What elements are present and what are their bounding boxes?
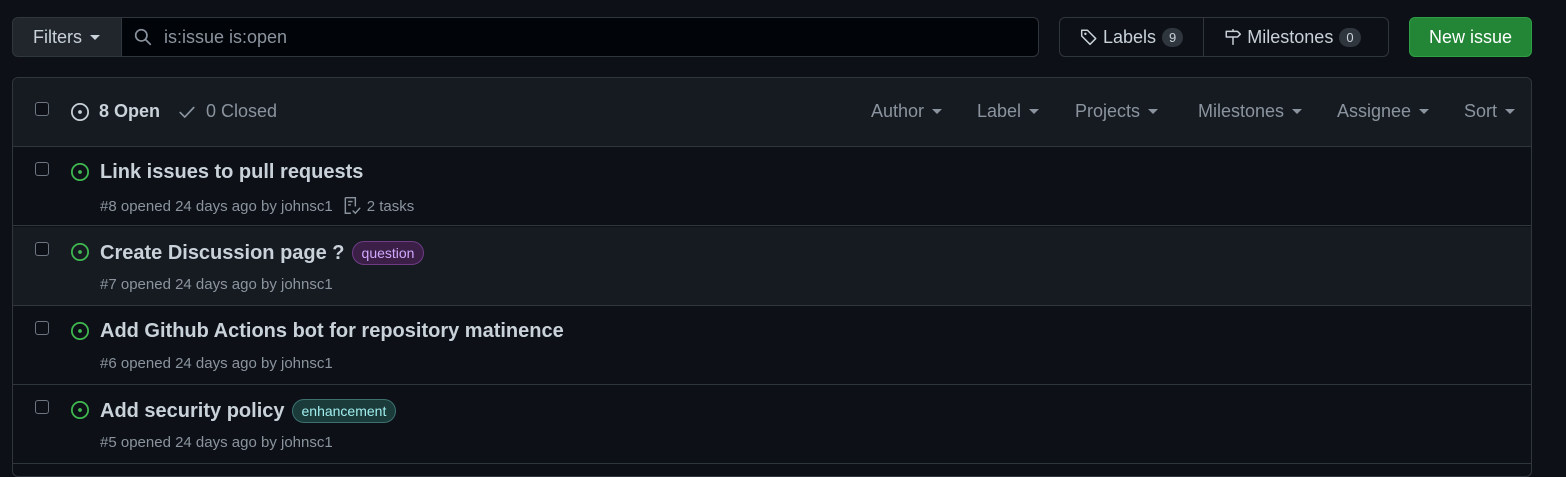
- milestones-filter-label: Milestones: [1198, 101, 1285, 121]
- issue-opened-icon: [71, 322, 89, 340]
- question-label-badge[interactable]: question: [351, 241, 425, 265]
- issue-title-link[interactable]: Create Discussion page ?: [100, 242, 345, 265]
- issue-row: Link issues to pull requests #8 opened 2…: [13, 147, 1531, 226]
- select-all-checkbox[interactable]: [35, 102, 49, 116]
- chevron-down-icon: [1419, 109, 1430, 114]
- check-icon: [179, 106, 195, 118]
- milestones-filter[interactable]: Milestones: [1198, 101, 1303, 122]
- enhancement-label-badge[interactable]: enhancement: [291, 399, 397, 423]
- checklist-icon: [344, 196, 361, 215]
- issues-list: 8 Open 0 Closed Author Label Projects Mi…: [12, 77, 1532, 477]
- issue-meta: #5 opened 24 days ago by johnsc1: [100, 434, 333, 451]
- chevron-down-icon: [90, 34, 100, 40]
- labels-count-badge: 9: [1162, 27, 1184, 47]
- issue-opened-text: #5 opened 24 days ago by johnsc1: [100, 434, 333, 451]
- milestones-button[interactable]: Milestones 0: [1203, 18, 1380, 56]
- milestones-label: Milestones: [1247, 26, 1334, 47]
- projects-filter-label: Projects: [1075, 101, 1141, 121]
- issue-opened-text: #8 opened 24 days ago by johnsc1: [100, 197, 333, 215]
- author-filter-label: Author: [871, 101, 925, 121]
- issue-opened-text: #7 opened 24 days ago by johnsc1: [100, 276, 333, 293]
- issue-title-link[interactable]: Add security policy: [100, 400, 285, 423]
- milestone-icon: [1225, 29, 1242, 45]
- issue-title-link[interactable]: Link issues to pull requests: [100, 161, 363, 184]
- issue-row: Create Discussion page ? question #7 ope…: [13, 227, 1531, 306]
- issue-opened-icon: [71, 163, 89, 181]
- chevron-down-icon: [1148, 109, 1159, 114]
- labels-button[interactable]: Labels 9: [1060, 18, 1203, 56]
- chevron-down-icon: [1292, 109, 1303, 114]
- label-filter-label: Label: [977, 101, 1022, 121]
- issue-checkbox[interactable]: [35, 162, 49, 176]
- issue-checkbox[interactable]: [35, 321, 49, 335]
- issue-title-line: Add security policy enhancement: [100, 399, 397, 423]
- new-issue-button[interactable]: New issue: [1409, 17, 1532, 57]
- issue-title-link[interactable]: Add Github Actions bot for repository ma…: [100, 320, 564, 343]
- issues-list-header: 8 Open 0 Closed Author Label Projects Mi…: [13, 78, 1531, 147]
- issues-toolbar: Filters Labels 9 Milestones 0 New issue: [12, 17, 1532, 57]
- search-input[interactable]: [164, 26, 1024, 48]
- filters-label: Filters: [33, 26, 82, 47]
- open-issues-tab[interactable]: 8 Open: [70, 101, 160, 122]
- labels-milestones-group: Labels 9 Milestones 0: [1059, 17, 1389, 57]
- issue-title-line: Create Discussion page ? question: [100, 241, 425, 265]
- issue-meta: #8 opened 24 days ago by johnsc1 2 tasks: [100, 196, 414, 216]
- issue-checkbox[interactable]: [35, 242, 49, 256]
- chevron-down-icon: [1505, 109, 1516, 114]
- search-icon: [134, 28, 152, 46]
- issue-row: Add Github Actions bot for repository ma…: [13, 306, 1531, 385]
- task-progress[interactable]: 2 tasks: [343, 196, 415, 216]
- closed-count-label: 0 Closed: [206, 101, 278, 121]
- chevron-down-icon: [932, 109, 943, 114]
- label-filter[interactable]: Label: [977, 101, 1040, 122]
- issue-title-line: Link issues to pull requests: [100, 161, 363, 184]
- assignee-filter[interactable]: Assignee: [1337, 101, 1430, 122]
- tag-icon: [1080, 29, 1097, 46]
- sort-filter[interactable]: Sort: [1464, 101, 1516, 122]
- labels-label: Labels: [1103, 26, 1157, 47]
- closed-issues-tab[interactable]: 0 Closed: [178, 101, 277, 122]
- task-count: 2 tasks: [366, 197, 415, 215]
- issue-checkbox[interactable]: [35, 400, 49, 414]
- author-filter[interactable]: Author: [871, 101, 943, 122]
- issue-title-line: Add Github Actions bot for repository ma…: [100, 320, 564, 343]
- projects-filter[interactable]: Projects: [1075, 101, 1159, 122]
- filters-button[interactable]: Filters: [12, 17, 122, 57]
- sort-filter-label: Sort: [1464, 101, 1498, 121]
- search-box: [121, 17, 1039, 57]
- issue-row: Add security policy enhancement #5 opene…: [13, 385, 1531, 464]
- chevron-down-icon: [1029, 109, 1040, 114]
- open-count-label: 8 Open: [99, 101, 161, 121]
- issue-meta: #6 opened 24 days ago by johnsc1: [100, 355, 333, 372]
- issue-opened-icon: [71, 401, 89, 419]
- issue-meta: #7 opened 24 days ago by johnsc1: [100, 276, 333, 293]
- issue-opened-icon: [71, 102, 89, 121]
- issue-opened-text: #6 opened 24 days ago by johnsc1: [100, 355, 333, 372]
- issue-opened-icon: [71, 243, 89, 261]
- milestones-count-badge: 0: [1339, 27, 1361, 47]
- assignee-filter-label: Assignee: [1337, 101, 1412, 121]
